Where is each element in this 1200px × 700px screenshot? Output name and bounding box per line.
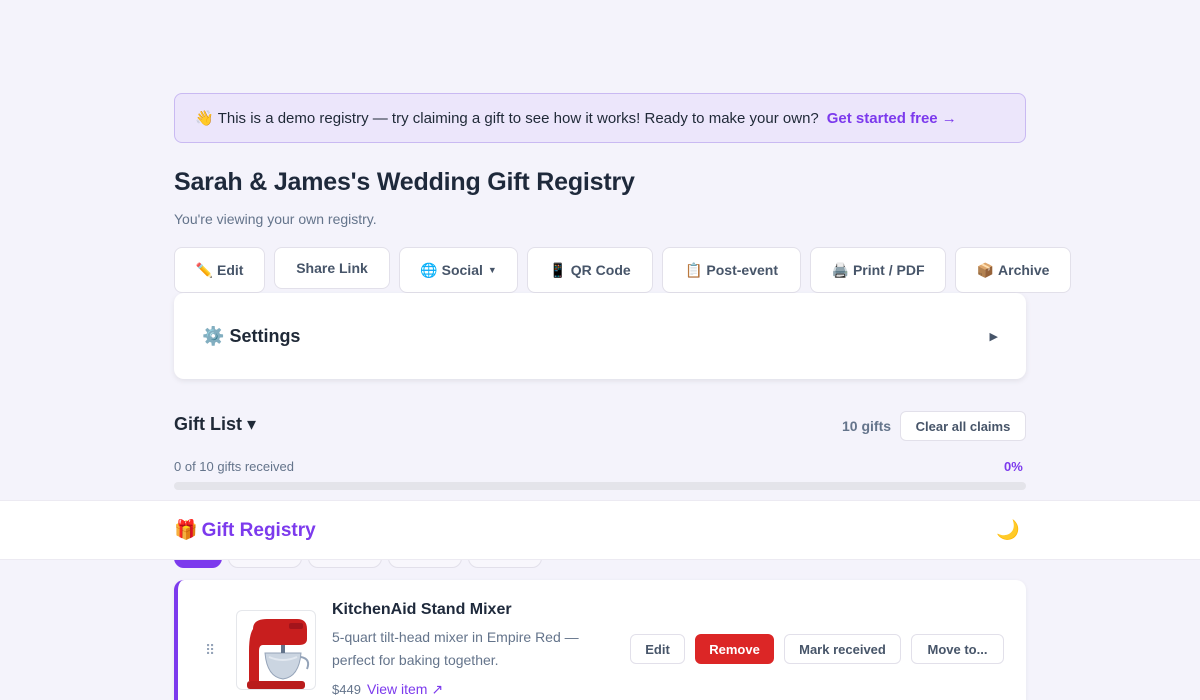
view-item-link[interactable]: View item ↗ [367, 681, 443, 698]
wave-icon: 👋 [195, 110, 214, 127]
edit-label: Edit [216, 262, 244, 278]
social-dropdown-button[interactable]: 🌐 Social ▼ [399, 247, 518, 293]
item-image [236, 610, 316, 690]
registry-toolbar: ✏️ Edit Share Link 🌐 Social ▼ 📱 QR Code … [174, 247, 1071, 293]
progress-bar [174, 482, 1026, 490]
gift-list-heading[interactable]: Gift List ▾ [174, 414, 256, 435]
settings-panel-toggle[interactable]: ⚙️ Settings ▶ [174, 293, 1026, 379]
page-title: Sarah & James's Wedding Gift Registry [174, 168, 635, 196]
item-description: 5-quart tilt-head mixer in Empire Red — … [332, 629, 579, 668]
package-icon: 📦 [976, 261, 995, 278]
printer-icon: 🖨️ [831, 261, 849, 278]
archive-button[interactable]: 📦 Archive [955, 247, 1071, 293]
print-pdf-label: Print / PDF [852, 262, 925, 278]
get-started-link[interactable]: Get started free → [827, 110, 957, 127]
print-pdf-button[interactable]: 🖨️ Print / PDF [810, 247, 946, 293]
stand-mixer-image [247, 619, 310, 689]
globe-icon: 🌐 [420, 261, 438, 278]
share-link-button[interactable]: Share Link [274, 247, 390, 289]
item-price: $449 [332, 682, 361, 697]
gift-icon: 🎁 [174, 520, 198, 541]
gift-count: 10 gifts [842, 418, 892, 434]
banner-text: This is a demo registry — try claiming a… [217, 109, 819, 127]
item-actions: Edit Remove Mark received Move to... [630, 634, 1004, 664]
qr-code-label: QR Code [570, 262, 631, 278]
social-label: Social [441, 262, 483, 278]
archive-label: Archive [998, 262, 1050, 278]
page-subtitle: You're viewing your own registry. [174, 211, 377, 227]
item-name: KitchenAid Stand Mixer [332, 601, 512, 618]
moon-icon[interactable]: 🌙 [996, 518, 1020, 542]
chevron-right-icon: ▶ [989, 330, 998, 343]
phone-icon: 📱 [549, 261, 567, 278]
mark-received-button[interactable]: Mark received [784, 634, 901, 664]
post-event-button[interactable]: 📋 Post-event [662, 247, 801, 293]
brand-name: Gift Registry [201, 520, 316, 541]
share-link-label: Share Link [296, 260, 368, 276]
progress-label: 0 of 10 gifts received [174, 459, 294, 474]
move-to-button[interactable]: Move to... [911, 634, 1004, 664]
qr-code-button[interactable]: 📱 QR Code [527, 247, 653, 293]
edit-button[interactable]: ✏️ Edit [174, 247, 265, 293]
gear-icon: ⚙️ [202, 325, 225, 346]
clear-all-claims-button[interactable]: Clear all claims [900, 411, 1026, 441]
gift-item-card: ⠿ KitchenAid Stand Mixer 5-quart tilt-he… [174, 580, 1026, 700]
drag-handle-icon[interactable]: ⠿ [205, 642, 215, 659]
demo-banner: 👋 This is a demo registry — try claiming… [174, 93, 1026, 143]
chevron-down-icon: ▼ [487, 265, 497, 275]
progress-percentage: 0% [1004, 459, 1023, 474]
clipboard-icon: 📋 [684, 261, 703, 278]
brand-logo[interactable]: 🎁 Gift Registry [174, 518, 316, 542]
edit-item-button[interactable]: Edit [630, 634, 685, 664]
remove-item-button[interactable]: Remove [695, 634, 774, 664]
post-event-label: Post-event [706, 262, 778, 278]
settings-label: Settings [229, 325, 301, 346]
settings-heading: ⚙️ Settings [202, 326, 300, 347]
pencil-icon: ✏️ [195, 261, 213, 278]
top-navbar: 🎁 Gift Registry 🌙 [0, 500, 1200, 560]
